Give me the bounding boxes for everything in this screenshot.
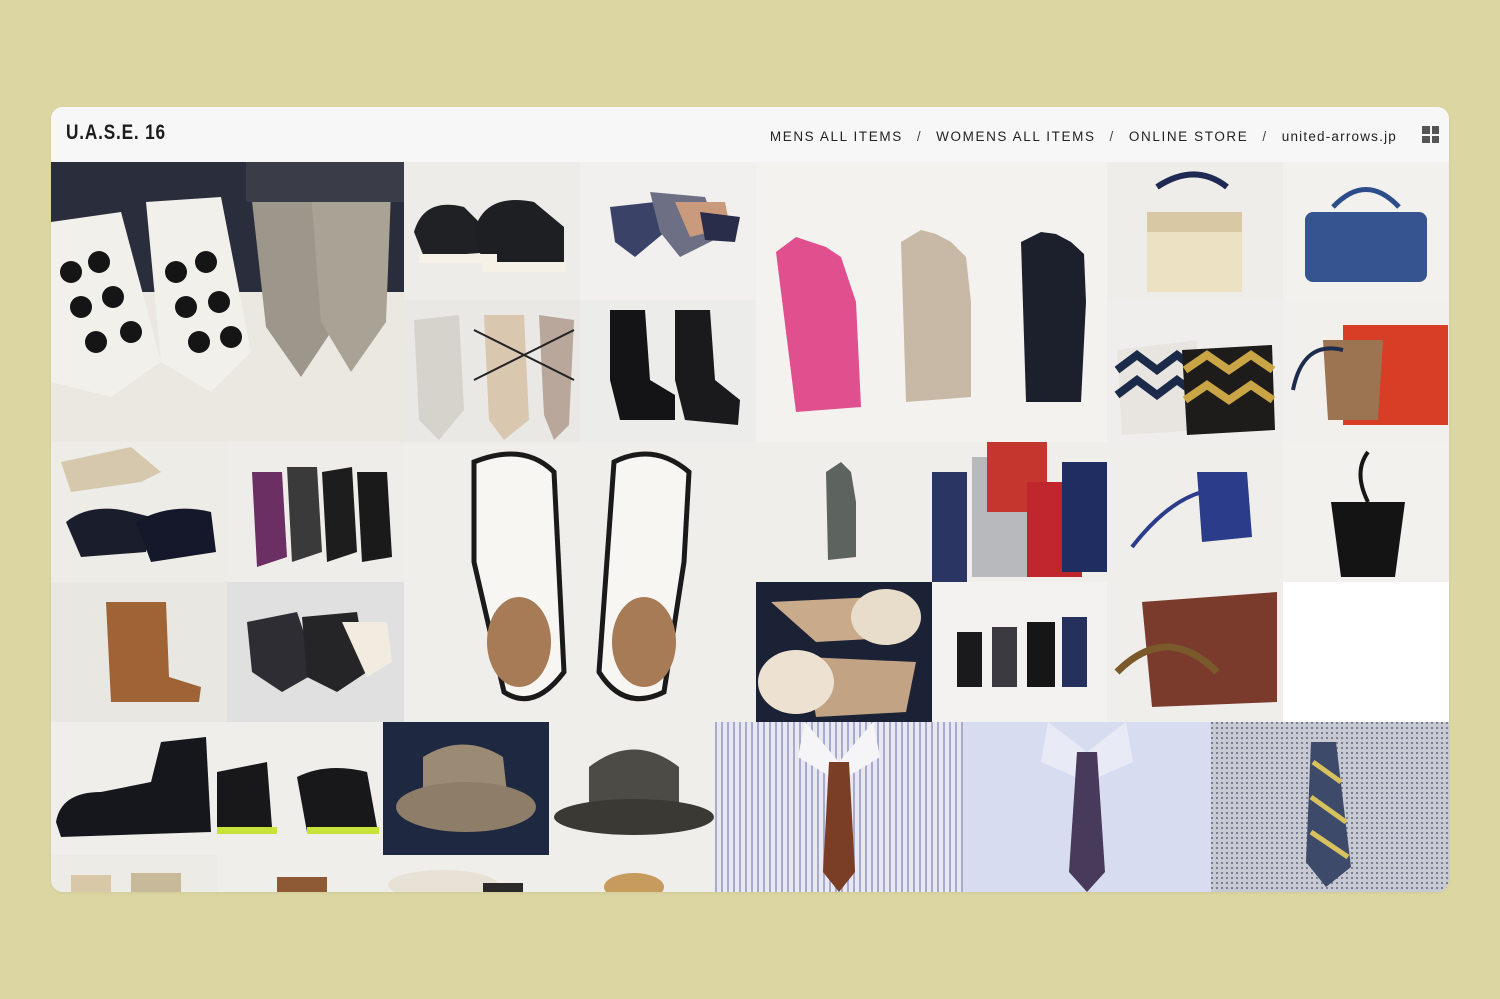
nav-united-arrows-link[interactable]: united-arrows.jp (1282, 129, 1397, 144)
nav-separator: / (1109, 128, 1115, 144)
nav-online-store[interactable]: ONLINE STORE (1129, 129, 1248, 144)
product-tile-chevron-bucket-bags[interactable] (1107, 300, 1283, 442)
product-tile-blue-fringe-pouch[interactable] (1107, 442, 1283, 582)
browser-window: U.A.S.E. 16 MENS ALL ITEMS / WOMENS ALL … (51, 107, 1449, 892)
product-tile-lace-up-flats[interactable] (404, 300, 580, 442)
product-tile-bamboo-handle-bag[interactable] (1107, 582, 1283, 722)
site-logo[interactable]: U.A.S.E. 16 (66, 121, 166, 145)
product-tile-polka-dot-flats[interactable] (51, 162, 404, 442)
product-tile-partial-boot[interactable] (217, 855, 383, 892)
product-tile-cream-handbag[interactable] (1107, 162, 1283, 300)
product-tile-leather-gloves[interactable] (756, 162, 1107, 442)
nav-mens-all-items[interactable]: MENS ALL ITEMS (770, 129, 903, 144)
product-tile-partial-shoes[interactable] (51, 855, 217, 892)
empty-tile (1283, 582, 1449, 722)
main-nav: MENS ALL ITEMS / WOMENS ALL ITEMS / ONLI… (770, 127, 1397, 145)
product-tile-camo-glove[interactable] (756, 442, 932, 582)
nav-womens-all-items[interactable]: WOMENS ALL ITEMS (936, 129, 1095, 144)
product-tile-suede-fur-gloves[interactable] (756, 582, 932, 722)
product-tile-partial-tan-hat[interactable] (549, 855, 715, 892)
product-tile-check-shirt-striped-tie[interactable] (1211, 722, 1449, 892)
product-tile-white-fur-derby-shoes[interactable] (404, 442, 756, 722)
product-tile-black-sneakers[interactable] (404, 162, 580, 300)
product-tile-shirt-brown-tie[interactable] (715, 722, 963, 892)
product-tile-partial-white-hat[interactable] (383, 855, 549, 892)
nav-separator: / (916, 128, 923, 144)
product-tile-black-gloves-set[interactable] (932, 582, 1107, 722)
product-tile-blue-suede-bag[interactable] (1283, 162, 1449, 300)
product-tile-bowler-hat[interactable] (549, 722, 715, 855)
product-tile-color-block-pumps[interactable] (580, 162, 756, 300)
product-tile-black-pumps[interactable] (51, 442, 227, 582)
product-tile-fedora-hat[interactable] (383, 722, 549, 855)
product-tile-black-ankle-boots[interactable] (580, 300, 756, 442)
product-tile-knit-gloves[interactable] (932, 442, 1107, 582)
product-tile-mary-jane-heels[interactable] (227, 582, 404, 722)
product-tile-brown-ankle-boots[interactable] (51, 582, 227, 722)
site-header: U.A.S.E. 16 MENS ALL ITEMS / WOMENS ALL … (51, 107, 1449, 163)
product-tile-black-lace-up-boots[interactable] (51, 722, 217, 855)
product-tile-shirt-purple-tie[interactable] (963, 722, 1211, 892)
product-tile-purple-studded-flats[interactable] (227, 442, 404, 582)
product-tile-neon-sole-loafers[interactable] (217, 722, 383, 855)
product-tile-black-bucket-bag[interactable] (1283, 442, 1449, 582)
nav-separator: / (1262, 128, 1268, 144)
grid-view-icon[interactable] (1422, 126, 1439, 143)
product-tile-leopard-red-bag[interactable] (1283, 300, 1449, 442)
